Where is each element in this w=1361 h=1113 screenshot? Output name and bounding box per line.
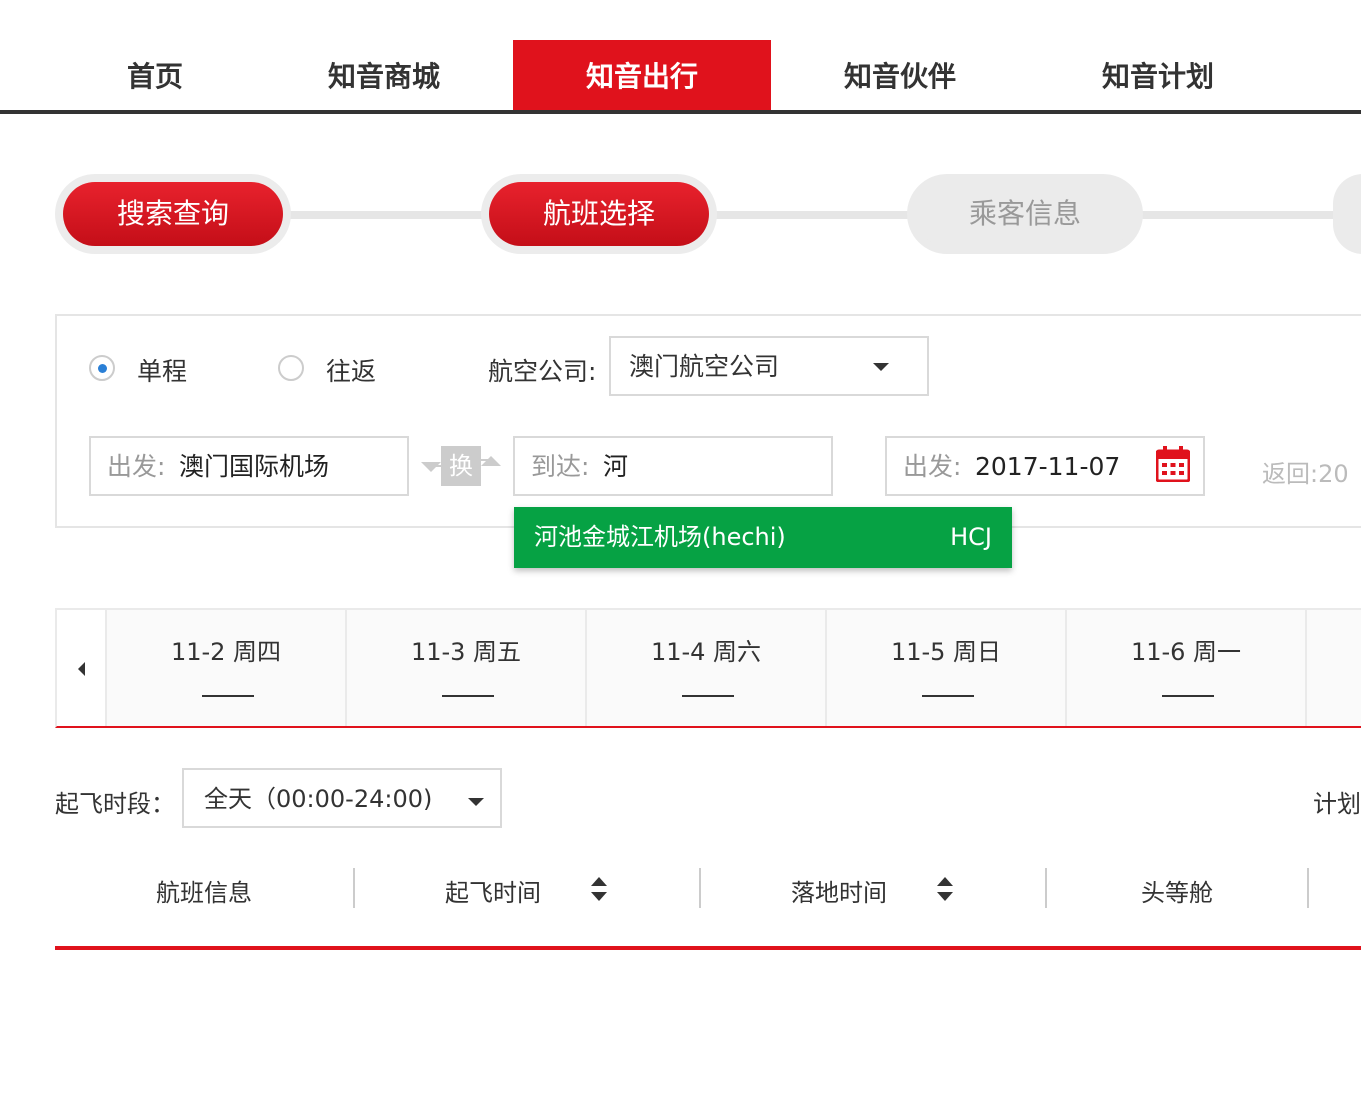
table-header-underline: [55, 946, 1361, 950]
date-cell-price-empty: [682, 695, 734, 697]
radio-round-trip-label[interactable]: 往返: [326, 352, 376, 388]
to-field[interactable]: 到达: 河: [513, 436, 833, 496]
return-date-partial[interactable]: 返回:20: [1262, 454, 1349, 489]
calendar-icon[interactable]: [1156, 446, 1190, 482]
takeoff-period-label: 起飞时段：: [55, 790, 175, 818]
date-cell-label: 11-5 周日: [890, 638, 1002, 666]
date-cell-label: 11-4 周六: [650, 638, 762, 666]
nav-item-plan[interactable]: 知音计划: [1029, 40, 1287, 110]
date-cell-label: 11-3 周五: [410, 638, 522, 666]
date-prev-button[interactable]: [57, 610, 107, 726]
from-prefix: 出发:: [107, 452, 166, 481]
nav-item-travel[interactable]: 知音出行: [513, 40, 771, 110]
step-next-partial: [1333, 174, 1361, 254]
col-first-class: 头等舱: [1141, 879, 1213, 907]
date-cell-price-empty: [922, 695, 974, 697]
nav-underline: [0, 110, 1361, 114]
airline-select[interactable]: 澳门航空公司: [609, 336, 929, 396]
chevron-down-icon: [873, 363, 889, 371]
step-passenger-info: 乘客信息: [907, 174, 1143, 254]
from-field[interactable]: 出发: 澳门国际机场: [89, 436, 409, 496]
depart-value: 2017-11-07: [975, 452, 1121, 481]
step-flight-select[interactable]: 航班选择: [481, 174, 717, 254]
airport-suggestion-item[interactable]: 河池金城江机场(hechi) HCJ: [514, 507, 1012, 568]
col-flight-info: 航班信息: [156, 879, 252, 907]
swap-right-arrow-icon: [481, 456, 501, 466]
swap-button[interactable]: 换: [441, 446, 481, 486]
airline-select-value: 澳门航空公司: [629, 352, 780, 381]
col-divider: [1307, 868, 1309, 908]
to-prefix: 到达:: [531, 452, 590, 481]
step-connector: [280, 211, 490, 219]
radio-one-way-label[interactable]: 单程: [137, 352, 187, 388]
top-nav: 首页 知音商城 知音出行 知音伙伴 知音计划: [0, 40, 1361, 114]
takeoff-period-select[interactable]: 全天（00:00-24:00): [182, 768, 502, 828]
sort-icon[interactable]: [937, 877, 953, 903]
nav-item-home[interactable]: 首页: [70, 40, 240, 110]
radio-one-way[interactable]: [89, 355, 115, 381]
col-divider: [353, 868, 355, 908]
date-cell-price-empty: [1162, 695, 1214, 697]
date-cell-price-empty: [202, 695, 254, 697]
suggestion-airport-code: HCJ: [950, 523, 992, 551]
swap-left-arrow-icon: [421, 462, 441, 472]
date-cell[interactable]: 11-6 周一: [1067, 610, 1307, 726]
airline-label: 航空公司:: [488, 357, 597, 386]
step-flight-select-label: 航班选择: [489, 182, 709, 246]
step-connector: [1134, 211, 1344, 219]
step-search[interactable]: 搜索查询: [55, 174, 291, 254]
col-divider: [1045, 868, 1047, 908]
date-cell[interactable]: 11-5 周日: [827, 610, 1067, 726]
step-search-label: 搜索查询: [63, 182, 283, 246]
from-value: 澳门国际机场: [179, 452, 330, 481]
date-cell-label: 11-6 周一: [1130, 638, 1242, 666]
nav-item-partner[interactable]: 知音伙伴: [771, 40, 1029, 110]
col-divider: [699, 868, 701, 908]
suggestion-airport-name: 河池金城江机场(hechi): [534, 523, 786, 551]
plan-label-partial: 计划: [1313, 790, 1361, 818]
date-cell-price-empty: [442, 695, 494, 697]
date-strip: 11-2 周四 11-3 周五 11-4 周六 11-5 周日 11-6 周一: [55, 608, 1361, 728]
depart-prefix: 出发:: [903, 452, 962, 481]
step-passenger-info-label: 乘客信息: [915, 182, 1135, 246]
col-depart-time[interactable]: 起飞时间: [445, 873, 541, 908]
col-arrive-time[interactable]: 落地时间: [791, 873, 887, 908]
date-cell[interactable]: 11-3 周五: [347, 610, 587, 726]
chevron-left-icon: [78, 662, 85, 676]
chevron-down-icon: [468, 798, 484, 806]
date-cell[interactable]: 11-4 周六: [587, 610, 827, 726]
sort-icon[interactable]: [591, 877, 607, 903]
nav-item-mall[interactable]: 知音商城: [255, 40, 513, 110]
date-cell-label: 11-2 周四: [170, 638, 282, 666]
date-cell[interactable]: 11-2 周四: [107, 610, 347, 726]
to-value: 河: [603, 452, 629, 481]
step-connector: [706, 211, 916, 219]
radio-round-trip[interactable]: [278, 355, 304, 381]
takeoff-period-value: 全天（00:00-24:00): [204, 785, 433, 813]
